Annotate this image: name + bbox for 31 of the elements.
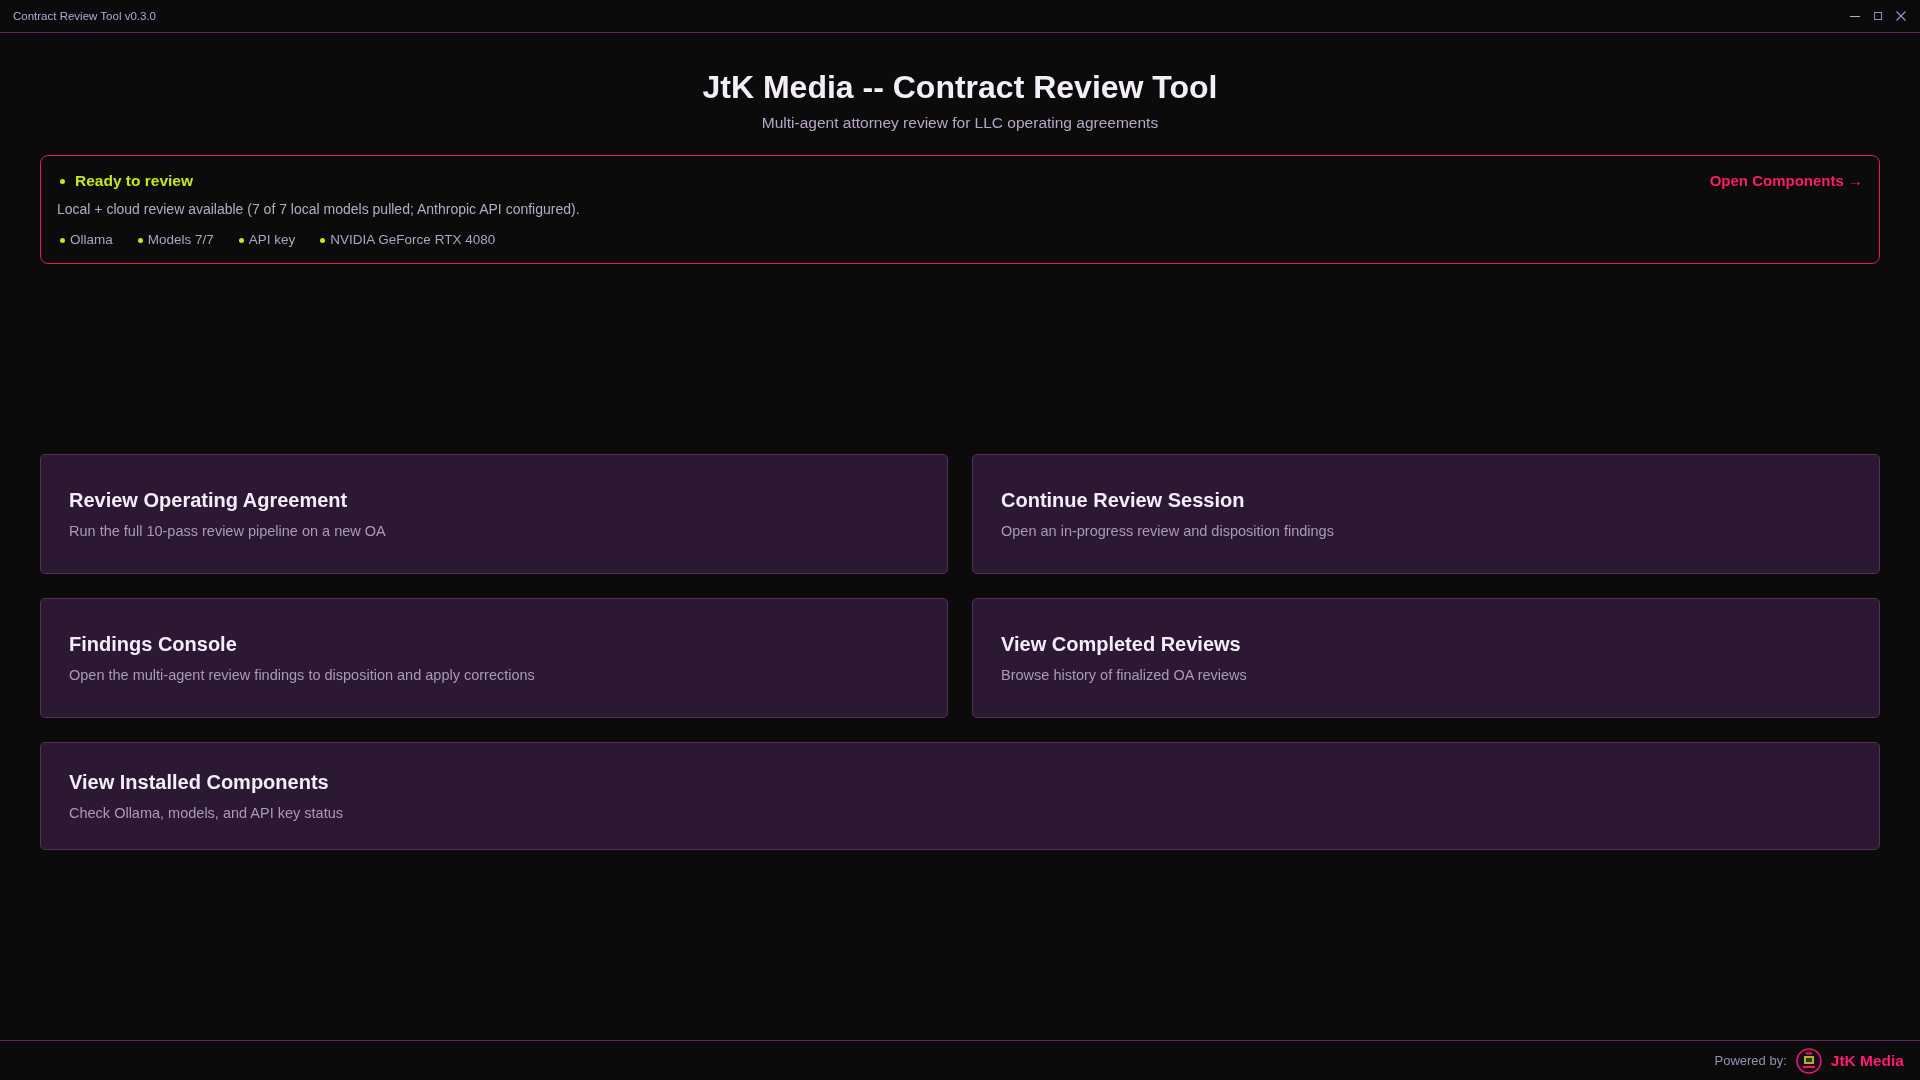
- app-subtitle: Multi-agent attorney review for LLC operating agreements: [760, 113, 1160, 133]
- action-card[interactable]: Continue Review Session Open an in-progress review and disposition findings: [972, 454, 1880, 574]
- check-label: Models 7/7: [147, 231, 214, 249]
- open-components-link[interactable]: Open Components →: [1709, 171, 1863, 191]
- action-card[interactable]: View Installed Components Check Ollama, models, and API key status: [40, 742, 1880, 850]
- status-headline: Ready to review: [75, 171, 194, 191]
- maximize-icon: [1873, 12, 1882, 20]
- check-label: NVIDIA GeForce RTX 4080: [330, 231, 496, 249]
- minimize-icon: [1849, 15, 1860, 17]
- card-description: Check Ollama, models, and API key status: [69, 804, 343, 822]
- check-label: API key: [248, 231, 296, 249]
- brand-name: JtK Media: [1830, 1051, 1904, 1070]
- card-title: View Installed Components: [69, 770, 329, 794]
- action-card[interactable]: View Completed Reviews Browse history of finalized OA reviews: [972, 598, 1880, 718]
- action-card[interactable]: Findings Console Open the multi-agent review findings to disposition and apply corrections: [40, 598, 948, 718]
- check-label: Ollama: [70, 231, 113, 249]
- card-title: View Completed Reviews: [1001, 632, 1241, 656]
- card-description: Browse history of finalized OA reviews: [1001, 666, 1247, 684]
- close-icon: [1895, 11, 1906, 21]
- card-title: Continue Review Session: [1001, 488, 1245, 512]
- window-title: Contract Review Tool v0.3.0: [13, 10, 156, 22]
- status-message: Local + cloud review available (7 of 7 local models pulled; Anthropic API configured).: [57, 200, 581, 219]
- card-title: Review Operating Agreement: [69, 488, 348, 512]
- card-description: Open the multi-agent review findings to disposition and apply corrections: [69, 666, 535, 684]
- logo-icon: [1795, 1047, 1822, 1074]
- card-description: Open an in-progress review and disposition findings: [1001, 522, 1334, 540]
- card-title: Findings Console: [69, 632, 237, 656]
- powered-by-label: Powered by:: [1714, 1053, 1787, 1068]
- app-title: JtK Media -- Contract Review Tool: [701, 69, 1219, 105]
- card-description: Run the full 10-pass review pipeline on a new OA: [69, 522, 386, 540]
- action-card[interactable]: Review Operating Agreement Run the full 10-pass review pipeline on a new OA: [40, 454, 948, 574]
